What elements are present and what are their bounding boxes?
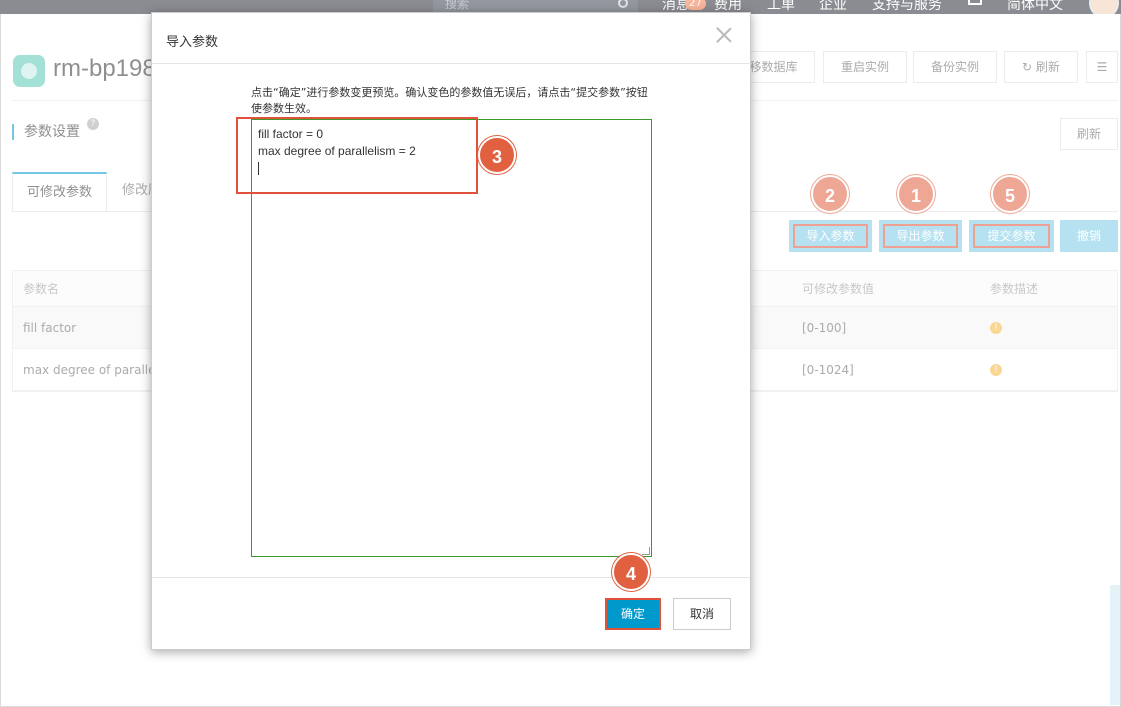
step-marker-4: 4 <box>612 553 650 591</box>
step-marker-3: 3 <box>478 136 516 174</box>
close-icon[interactable] <box>714 25 734 45</box>
textarea-resize-handle[interactable] <box>642 547 650 555</box>
dialog-title: 导入参数 <box>166 35 219 50</box>
dialog-footer-divider <box>152 577 750 578</box>
import-params-dialog: 导入参数 点击“确定”进行参数变更预览。确认变色的参数值无误后，请点击“提交参数… <box>151 12 751 650</box>
dialog-description: 点击“确定”进行参数变更预览。确认变色的参数值无误后，请点击“提交参数”按钮使参… <box>251 86 648 115</box>
textarea-highlight-box <box>236 117 478 194</box>
confirm-button[interactable]: 确定 <box>605 598 661 630</box>
cancel-button[interactable]: 取消 <box>673 598 731 630</box>
dialog-header-divider <box>152 63 750 64</box>
